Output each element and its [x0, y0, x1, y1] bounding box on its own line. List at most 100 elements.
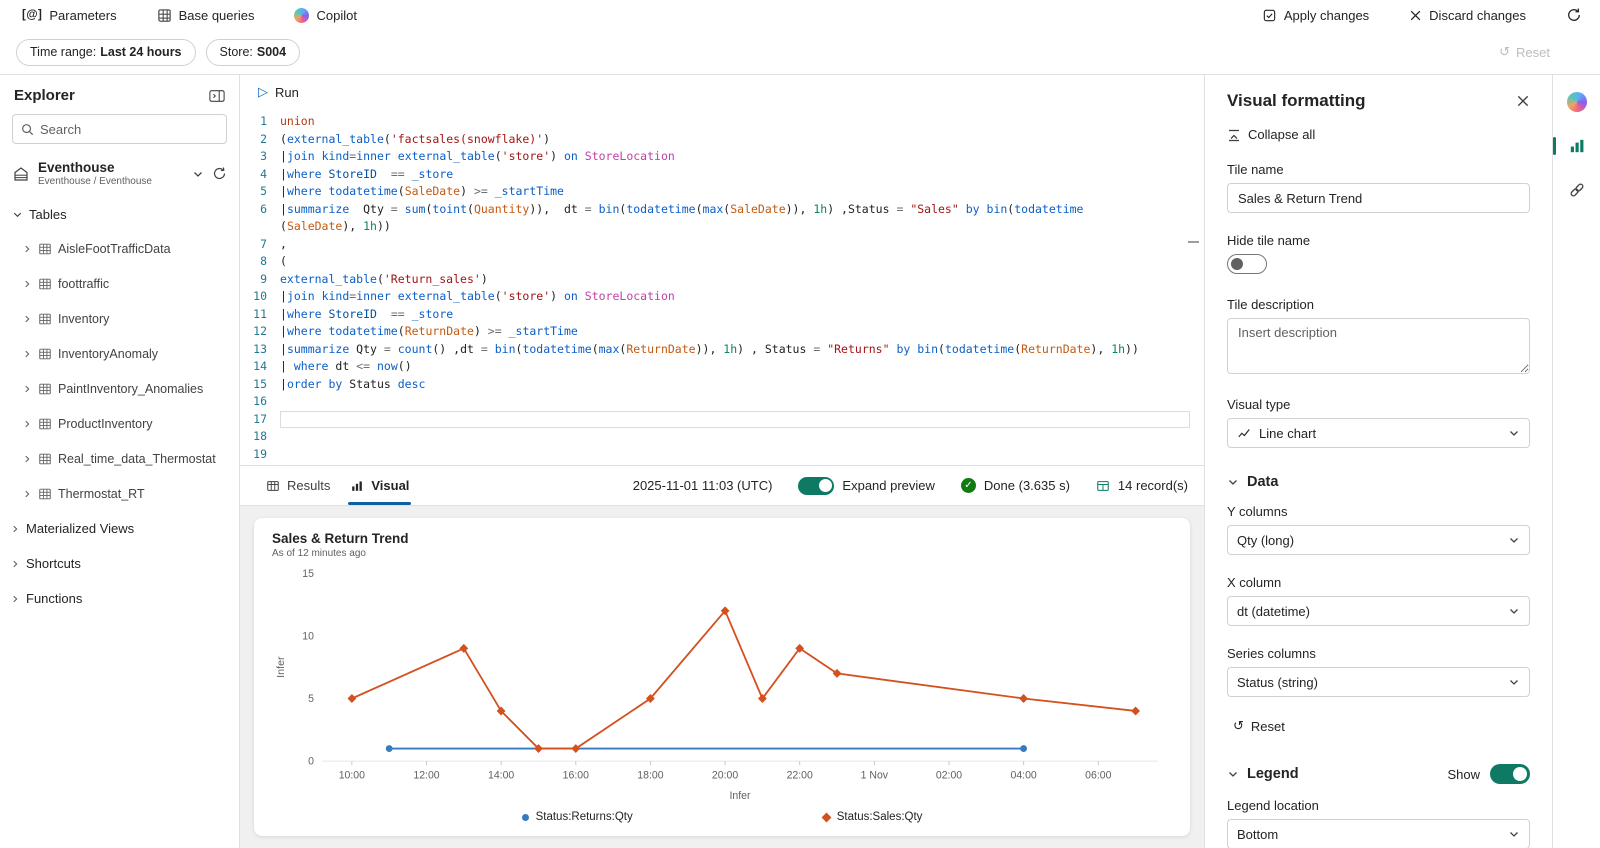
table-name: Inventory	[58, 311, 110, 326]
y-columns-label: Y columns	[1227, 504, 1288, 519]
collapse-all-button[interactable]: Collapse all	[1227, 127, 1530, 142]
tile-name-input[interactable]	[1227, 183, 1530, 213]
table-item-paintinventory_anomalies[interactable]: PaintInventory_Anomalies	[0, 371, 239, 406]
code-line-6[interactable]: 6 |summarize Qty = sum(toint(Quantity)), …	[240, 201, 1204, 219]
legend-item[interactable]: Status:Returns:Qty	[521, 811, 633, 823]
kql-code-editor[interactable]: 1 union 2 (external_table('factsales(snowfl…	[240, 109, 1204, 465]
code-line-3[interactable]: 3 |join kind=inner external_table('store'…	[240, 148, 1204, 166]
explorer-panel: Explorer Eventhouse Eventhouse / Eventho…	[0, 75, 240, 848]
collapse-panel-icon[interactable]	[209, 89, 225, 103]
table-item-thermostat_rt[interactable]: Thermostat_RT	[0, 476, 239, 511]
code-line-12[interactable]: 12 |where todatetime(ReturnDate) >= _star…	[240, 323, 1204, 341]
legend-show-toggle[interactable]	[1490, 764, 1530, 784]
x-column-dropdown[interactable]: dt (datetime)	[1227, 596, 1530, 626]
link-rail-button[interactable]	[1564, 177, 1590, 203]
store-label: Store:	[219, 45, 253, 59]
sidebar-section-materialized-views[interactable]: Materialized Views	[0, 511, 239, 546]
svg-text:16:00: 16:00	[563, 769, 589, 781]
code-line-15[interactable]: 15 |order by Status desc	[240, 376, 1204, 394]
code-line-17[interactable]: 17	[240, 411, 1204, 429]
store-pill[interactable]: Store: S004	[205, 38, 301, 66]
expand-preview-control: Expand preview	[798, 476, 935, 495]
code-line-2[interactable]: 2 (external_table('factsales(snowflake)')	[240, 131, 1204, 149]
code-line-8[interactable]: 8(	[240, 253, 1204, 271]
parameters-icon: [@]	[22, 9, 43, 21]
data-section-header[interactable]: Data	[1227, 474, 1530, 490]
code-line-16[interactable]: 16	[240, 393, 1204, 411]
base-queries-button[interactable]: Base queries	[157, 8, 254, 23]
table-item-aislefoottrafficdata[interactable]: AisleFootTrafficData	[0, 231, 239, 266]
code-line-wrap[interactable]: (SaleDate), 1h))	[240, 218, 1204, 236]
success-check-icon: ✓	[960, 478, 976, 493]
sidebar-section-shortcuts[interactable]: Shortcuts	[0, 546, 239, 581]
expand-preview-toggle[interactable]	[798, 476, 835, 495]
tab-visual[interactable]: Visual	[340, 466, 419, 505]
results-status-bar: Results Visual 2025-11-01 11:03 (UTC) Ex…	[240, 465, 1204, 506]
apply-changes-button[interactable]: Apply changes	[1262, 8, 1369, 23]
refresh-button[interactable]	[1566, 7, 1582, 23]
chevron-down-icon	[1510, 832, 1518, 837]
code-line-13[interactable]: 13 |summarize Qty = count() ,dt = bin(tod…	[240, 341, 1204, 359]
search-input[interactable]	[40, 121, 218, 137]
search-box[interactable]	[12, 114, 227, 144]
discard-changes-button[interactable]: Discard changes	[1409, 8, 1526, 23]
code-line-11[interactable]: 11 |where StoreID == _store	[240, 306, 1204, 324]
svg-text:04:00: 04:00	[1011, 769, 1037, 781]
visual-type-dropdown[interactable]: Line chart	[1227, 418, 1530, 448]
chevron-down-icon[interactable]	[192, 168, 204, 180]
line-chart-icon	[1238, 429, 1250, 438]
code-text: ,	[280, 236, 287, 251]
top-toolbar: [@] Parameters Base queries Copilot Appl…	[0, 0, 1600, 30]
table-item-real_time_data_thermostat[interactable]: Real_time_data_Thermostat	[0, 441, 239, 476]
code-line-5[interactable]: 5 |where todatetime(SaleDate) >= _startTi…	[240, 183, 1204, 201]
legend-location-dropdown[interactable]: Bottom	[1227, 819, 1530, 848]
line-number: 16	[253, 394, 267, 408]
line-number: 11	[253, 306, 267, 321]
chevron-right-icon	[25, 350, 30, 357]
table-item-foottraffic[interactable]: foottraffic	[0, 266, 239, 301]
svg-text:Infer: Infer	[275, 656, 287, 678]
sidebar-section-functions[interactable]: Functions	[0, 581, 239, 616]
code-line-4[interactable]: 4 |where StoreID == _store	[240, 166, 1204, 184]
chevron-right-icon	[13, 595, 18, 602]
tables-section-header[interactable]: Tables	[0, 197, 239, 231]
reset-filters-button[interactable]: ↺ Reset	[1499, 45, 1584, 60]
parameters-button[interactable]: [@] Parameters	[22, 8, 117, 23]
code-text: (SaleDate), 1h))	[280, 219, 391, 233]
legend-item[interactable]: Status:Sales:Qty	[821, 811, 922, 823]
copilot-rail-button[interactable]	[1564, 89, 1590, 115]
database-selector[interactable]: Eventhouse Eventhouse / Eventhouse	[12, 160, 227, 187]
code-line-14[interactable]: 14 | where dt <= now()	[240, 358, 1204, 376]
close-icon	[1410, 10, 1421, 20]
code-line-1[interactable]: 1 union	[240, 113, 1204, 131]
code-text: |order by Status desc	[280, 376, 426, 391]
y-columns-dropdown[interactable]: Qty (long)	[1227, 525, 1530, 555]
tab-results[interactable]: Results	[256, 466, 340, 505]
visual-formatting-rail-button[interactable]	[1552, 133, 1590, 159]
chevron-down-icon	[1510, 431, 1518, 436]
tile-description-input[interactable]	[1227, 318, 1530, 374]
table-item-inventory[interactable]: Inventory	[0, 301, 239, 336]
svg-text:18:00: 18:00	[637, 769, 663, 781]
legend-location-label: Legend location	[1227, 798, 1319, 813]
code-line-19[interactable]: 19	[240, 446, 1204, 464]
copilot-button[interactable]: Copilot	[294, 7, 357, 23]
chevron-right-icon	[25, 455, 30, 462]
time-range-pill[interactable]: Time range: Last 24 hours	[16, 38, 196, 66]
run-button[interactable]: ▷ Run	[258, 85, 299, 100]
code-text: | where dt <= now()	[280, 359, 412, 373]
table-name: Real_time_data_Thermostat	[58, 451, 216, 466]
legend-section-header[interactable]: Legend Show	[1227, 764, 1530, 784]
code-line-10[interactable]: 10 |join kind=inner external_table('store…	[240, 288, 1204, 306]
table-item-inventoryanomaly[interactable]: InventoryAnomaly	[0, 336, 239, 371]
code-line-18[interactable]: 18	[240, 428, 1204, 446]
hide-tile-name-toggle[interactable]	[1227, 254, 1267, 274]
data-reset-button[interactable]: ↺ Reset	[1227, 715, 1291, 738]
legend-show-label: Show	[1447, 766, 1480, 782]
code-line-9[interactable]: 9 external_table('Return_sales')	[240, 271, 1204, 289]
table-item-productinventory[interactable]: ProductInventory	[0, 406, 239, 441]
sync-icon[interactable]	[212, 166, 227, 181]
close-panel-icon[interactable]	[1516, 94, 1530, 108]
code-line-7[interactable]: 7,	[240, 236, 1204, 254]
series-columns-dropdown[interactable]: Status (string)	[1227, 667, 1530, 697]
